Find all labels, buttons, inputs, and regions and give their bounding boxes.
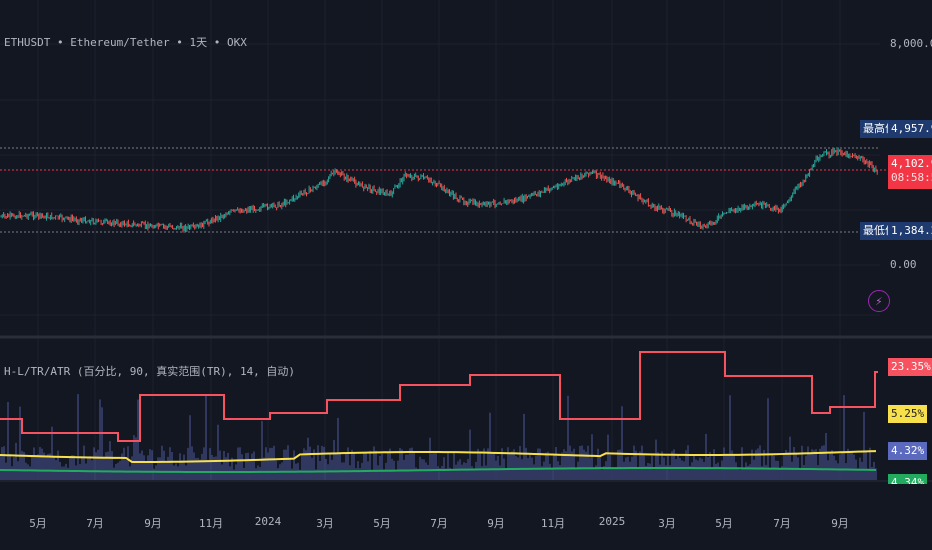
last-price-badge: 4,102.96 08:58:53 — [888, 155, 932, 189]
symbol-name: Ethereum/Tether — [70, 36, 170, 49]
time-label: 5月 — [29, 517, 47, 530]
time-label: 11月 — [198, 517, 224, 530]
time-label: 2024 — [254, 515, 282, 528]
interval: 1天 — [189, 36, 208, 49]
lightning-icon[interactable]: ⚡ — [868, 290, 890, 312]
indicator-value-4: 4.34% — [888, 474, 928, 484]
price-axis-zero: 0.00 — [890, 258, 917, 271]
sep: • — [56, 36, 64, 49]
time-label: 3月 — [658, 517, 676, 530]
exchange: OKX — [226, 36, 247, 49]
time-label: 9月 — [144, 517, 162, 530]
time-label: 7月 — [430, 517, 448, 530]
bar-countdown: 08:58:53 — [891, 171, 932, 184]
indicator-value-hl: 23.35% — [888, 358, 932, 376]
price-axis-top: 8,000.00 — [890, 37, 932, 50]
time-label: 7月 — [86, 517, 104, 530]
indicator-value-atr: 4.32% — [888, 442, 928, 460]
sep: • — [213, 36, 221, 49]
low-value: 1,384.28 — [888, 222, 932, 240]
time-label: 5月 — [373, 517, 391, 530]
chart-canvas[interactable] — [0, 0, 932, 550]
time-label: 9月 — [487, 517, 505, 530]
time-label: 3月 — [316, 517, 334, 530]
time-label: 7月 — [773, 517, 791, 530]
time-label: 9月 — [831, 517, 849, 530]
atr-line — [0, 450, 877, 463]
symbol: ETHUSDT — [4, 36, 51, 49]
high-value: 4,957.98 — [888, 120, 932, 138]
time-label: 2025 — [598, 515, 626, 528]
symbol-header[interactable]: ETHUSDT • Ethereum/Tether • 1天 • OKX — [4, 34, 247, 50]
time-label: 5月 — [715, 517, 733, 530]
sep: • — [176, 36, 183, 49]
time-label: 11月 — [540, 517, 566, 530]
indicator-title[interactable]: H-L/TR/ATR (百分比, 90, 真实范围(TR), 14, 自动) — [4, 363, 295, 379]
indicator-value-tr: 5.25% — [888, 405, 928, 423]
last-price: 4,102.96 — [891, 157, 932, 170]
